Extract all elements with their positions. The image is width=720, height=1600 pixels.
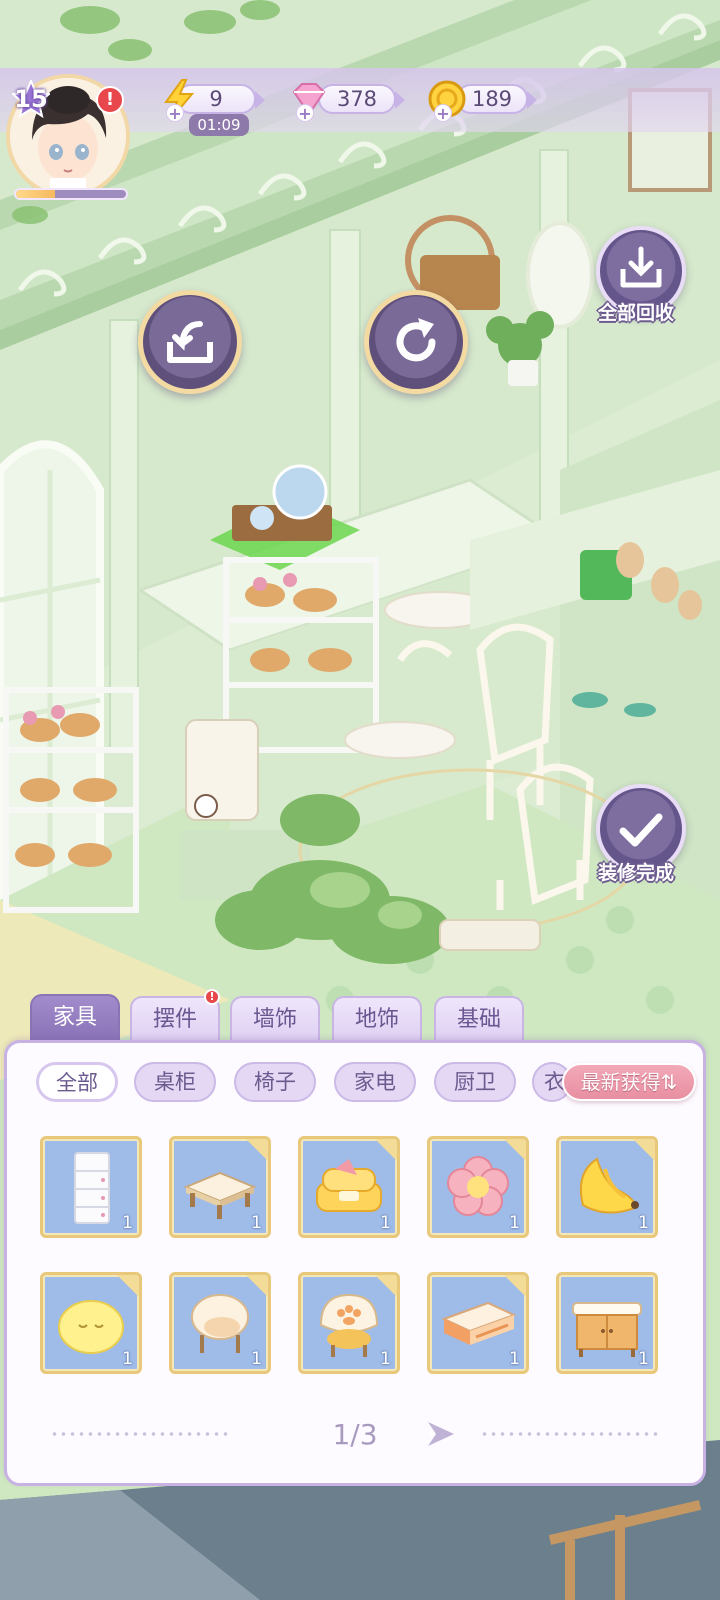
- inventory-item[interactable]: 1: [169, 1272, 271, 1374]
- pager-dots-left: [50, 1432, 230, 1436]
- corner-tag: [375, 1139, 397, 1161]
- checkmark-icon: [619, 813, 663, 847]
- inventory-item[interactable]: 1: [556, 1136, 658, 1238]
- gem-counter[interactable]: 378 +: [292, 83, 405, 122]
- subtab-chairs[interactable]: 椅子: [234, 1062, 316, 1102]
- tab-wall-decor[interactable]: 墙饰: [230, 996, 320, 1046]
- sort-button[interactable]: 最新获得⇅: [562, 1063, 696, 1101]
- notification-badge: !: [96, 86, 124, 114]
- item-count: 1: [380, 1213, 391, 1233]
- inventory-item[interactable]: 1: [40, 1272, 142, 1374]
- tab-floor-decor[interactable]: 地饰: [332, 996, 422, 1046]
- subtab-tables-cabinets[interactable]: 桌柜: [134, 1062, 216, 1102]
- player-level: 15: [14, 85, 48, 113]
- store-item-button[interactable]: [138, 290, 242, 394]
- corner-tag: [117, 1275, 139, 1297]
- subtab-all[interactable]: 全部: [36, 1062, 118, 1102]
- finish-decorating-label: 装修完成: [598, 862, 675, 884]
- item-count: 1: [251, 1349, 262, 1369]
- rotate-item-button[interactable]: [364, 290, 468, 394]
- item-count: 1: [638, 1213, 649, 1233]
- energy-timer: 01:09: [189, 114, 249, 136]
- store-all-label: 全部回收: [598, 302, 675, 324]
- inventory-item[interactable]: 1: [427, 1272, 529, 1374]
- inventory-item[interactable]: 1: [169, 1136, 271, 1238]
- tab-furniture[interactable]: 家具: [30, 994, 120, 1046]
- inventory-item[interactable]: 1: [40, 1136, 142, 1238]
- subtab-kitchen-bath[interactable]: 厨卫: [434, 1062, 516, 1102]
- corner-tag: [504, 1139, 526, 1161]
- inventory-item[interactable]: 1: [298, 1272, 400, 1374]
- download-tray-icon: [620, 246, 662, 288]
- experience-bar: [14, 188, 128, 200]
- item-count: 1: [509, 1349, 520, 1369]
- page-indicator: 1/3: [332, 1418, 378, 1451]
- corner-tag: [504, 1275, 526, 1297]
- rotate-icon: [396, 318, 436, 362]
- inventory-item[interactable]: 1: [556, 1272, 658, 1374]
- corner-tag: [246, 1139, 268, 1161]
- item-count: 1: [122, 1213, 133, 1233]
- item-count: 1: [380, 1349, 391, 1369]
- subtab-appliances[interactable]: 家电: [334, 1062, 416, 1102]
- item-count: 1: [251, 1213, 262, 1233]
- item-count: 1: [638, 1349, 649, 1369]
- tray-arrow-icon: [167, 321, 213, 363]
- pager-dots-right: [480, 1432, 660, 1436]
- tab-basic[interactable]: 基础: [434, 996, 524, 1046]
- item-count: 1: [122, 1349, 133, 1369]
- inventory-item[interactable]: 1: [427, 1136, 529, 1238]
- corner-tag: [246, 1275, 268, 1297]
- experience-fill: [16, 190, 55, 198]
- corner-tag: [375, 1275, 397, 1297]
- energy-counter[interactable]: 9 +: [164, 79, 265, 122]
- player-avatar[interactable]: 15 !: [6, 74, 132, 204]
- add-energy-icon[interactable]: +: [166, 104, 184, 122]
- tab-badge: !: [204, 989, 220, 1005]
- item-count: 1: [509, 1213, 520, 1233]
- add-coins-icon[interactable]: +: [434, 104, 452, 122]
- add-gems-icon[interactable]: +: [296, 104, 314, 122]
- inventory-item[interactable]: 1: [298, 1136, 400, 1238]
- coin-counter[interactable]: 189 +: [428, 80, 537, 122]
- next-page-arrow-icon[interactable]: [420, 1418, 460, 1450]
- corner-tag: [633, 1139, 655, 1161]
